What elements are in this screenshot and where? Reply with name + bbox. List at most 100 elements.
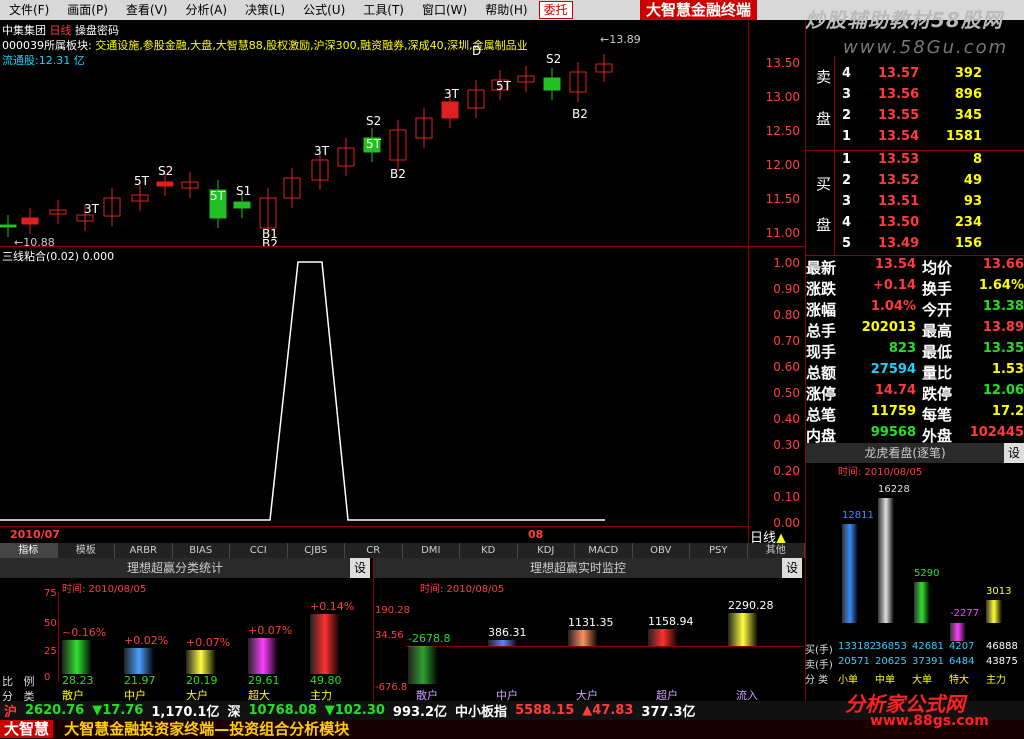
buys-level-p[interactable]: 13.53 bbox=[878, 152, 919, 167]
dragon-bar-value: 12811 bbox=[842, 510, 874, 521]
dragon-bar bbox=[842, 524, 858, 623]
tab-template[interactable]: 模板 bbox=[58, 543, 115, 558]
indicator-axis-label: 0.50 bbox=[773, 386, 800, 400]
sells-level-n: 2 bbox=[842, 108, 852, 123]
tab-dmi[interactable]: DMI bbox=[403, 543, 460, 558]
dragon-sell_vals: 6484 bbox=[949, 656, 975, 667]
signal-label: 5T bbox=[134, 174, 150, 188]
indicator-axis-label: 1.00 bbox=[773, 256, 800, 270]
sells-level-p[interactable]: 13.57 bbox=[878, 66, 919, 81]
sh-label[interactable]: 沪 bbox=[4, 701, 17, 720]
signal-label: B2 bbox=[262, 237, 278, 246]
buys-level-p[interactable]: 13.50 bbox=[878, 215, 919, 230]
menu-formula[interactable]: 公式(U) bbox=[294, 0, 354, 20]
sells-level-p[interactable]: 13.55 bbox=[878, 108, 919, 123]
panel2-title: 理想超赢实时监控 bbox=[374, 558, 782, 578]
tab-cr[interactable]: CR bbox=[345, 543, 403, 558]
tab-obv[interactable]: OBV bbox=[633, 543, 690, 558]
indicator-axis-label: 0.70 bbox=[773, 334, 800, 348]
buys-level-p[interactable]: 13.52 bbox=[878, 173, 919, 188]
date-label-right: 08 bbox=[528, 528, 544, 541]
indicator-chart[interactable] bbox=[0, 247, 748, 527]
trade-button[interactable]: 委托 bbox=[538, 1, 573, 19]
menu-view-screen[interactable]: 画面(P) bbox=[58, 0, 117, 20]
signal-label: S2 bbox=[158, 164, 173, 178]
quote-l2: 最高 bbox=[922, 322, 953, 340]
sells-level-v: 1581 bbox=[945, 129, 982, 144]
sells-level-p[interactable]: 13.56 bbox=[878, 87, 919, 102]
menu-help[interactable]: 帮助(H) bbox=[476, 0, 536, 20]
menu-window[interactable]: 窗口(W) bbox=[413, 0, 476, 20]
quote-v2: 13.38 bbox=[982, 299, 1024, 314]
dragon-settings-button[interactable]: 设 bbox=[1004, 443, 1024, 463]
quote-v2: 13.89 bbox=[982, 320, 1024, 335]
bar-val: 29.61 bbox=[248, 674, 280, 687]
flow-value: 1158.94 bbox=[648, 615, 694, 628]
sells-level-p[interactable]: 13.54 bbox=[878, 129, 919, 144]
p1-axis: 0 bbox=[44, 672, 51, 683]
menu-look[interactable]: 查看(V) bbox=[117, 0, 177, 20]
tab-other[interactable]: 其他 bbox=[748, 543, 805, 558]
buys-level-n: 1 bbox=[842, 152, 852, 167]
quote-l: 涨跌 bbox=[806, 280, 837, 298]
quote-l: 总笔 bbox=[806, 406, 837, 424]
quote-l: 总额 bbox=[806, 364, 837, 382]
quote-v2: 13.35 bbox=[982, 341, 1024, 356]
menu-file[interactable]: 文件(F) bbox=[0, 0, 58, 20]
quote-v: 13.54 bbox=[874, 257, 916, 272]
tab-macd[interactable]: MACD bbox=[575, 543, 633, 558]
menu-analysis[interactable]: 分析(A) bbox=[176, 0, 236, 20]
bar-val: 21.97 bbox=[124, 674, 156, 687]
quote-v: 11759 bbox=[870, 404, 916, 419]
dragon-classes: 特大 bbox=[949, 675, 969, 686]
indicator-axis-label: 0.40 bbox=[773, 412, 800, 426]
dragon-classes: 中单 bbox=[875, 675, 895, 686]
tab-psy[interactable]: PSY bbox=[690, 543, 748, 558]
tab-cci[interactable]: CCI bbox=[230, 543, 288, 558]
candle-body bbox=[156, 181, 174, 187]
signal-label: D bbox=[472, 44, 481, 58]
dragon-bar bbox=[914, 582, 930, 623]
dragon-class-label: 分 类 bbox=[805, 675, 829, 686]
signal-label: 3T bbox=[84, 202, 100, 216]
signal-label: B2 bbox=[390, 167, 406, 181]
dragon-sell_vals: 20571 bbox=[838, 656, 870, 667]
menu-tools[interactable]: 工具(T) bbox=[354, 0, 413, 20]
bar-val: 20.19 bbox=[186, 674, 218, 687]
tab-kdj[interactable]: KDJ bbox=[518, 543, 575, 558]
sz-label[interactable]: 深 bbox=[227, 701, 240, 720]
indicator-axis-label: 0.60 bbox=[773, 360, 800, 374]
footer-logo[interactable]: 大智慧 bbox=[0, 720, 54, 738]
buys-level-p[interactable]: 13.49 bbox=[878, 236, 919, 251]
tab-cjbs[interactable]: CJBS bbox=[288, 543, 345, 558]
signal-label: S2 bbox=[546, 52, 561, 66]
tab-kd[interactable]: KD bbox=[460, 543, 518, 558]
panel1-settings-button[interactable]: 设 bbox=[350, 558, 370, 578]
orderbook-side-label: 盘 bbox=[816, 110, 832, 128]
sme-amount: 377.3亿 bbox=[641, 705, 696, 720]
watermark-top: 炒股辅助教材58股网 bbox=[805, 8, 1003, 32]
quote-l2: 每笔 bbox=[922, 406, 953, 424]
menu-decision[interactable]: 决策(L) bbox=[236, 0, 294, 20]
candlestick-chart[interactable]: S25T3TS15TB1B23TS25TB23TD5TS2B2 bbox=[0, 20, 748, 246]
panel2-settings-button[interactable]: 设 bbox=[782, 558, 802, 578]
buys-level-v: 234 bbox=[954, 215, 982, 230]
tab-bias[interactable]: BIAS bbox=[173, 543, 230, 558]
tab-arbr[interactable]: ARBR bbox=[115, 543, 173, 558]
quote-v2: 1.64% bbox=[978, 278, 1024, 293]
p1-y-axis bbox=[58, 592, 59, 682]
panel1-title: 理想超赢分类统计 bbox=[0, 558, 350, 578]
candle-body bbox=[441, 101, 459, 119]
quote-l2: 量比 bbox=[922, 364, 953, 382]
category-bar bbox=[186, 650, 216, 674]
bar-val: 28.23 bbox=[62, 674, 94, 687]
axis-divider bbox=[748, 20, 749, 543]
tab-indicator[interactable]: 指标 bbox=[0, 543, 58, 558]
buys-level-n: 5 bbox=[842, 236, 852, 251]
sells-level-v: 345 bbox=[954, 108, 982, 123]
p1-axis: 50 bbox=[44, 618, 57, 629]
quote-v: 1.04% bbox=[870, 299, 916, 314]
sme-label[interactable]: 中小板指 bbox=[455, 701, 507, 720]
sells-level-n: 3 bbox=[842, 87, 852, 102]
buys-level-p[interactable]: 13.51 bbox=[878, 194, 919, 209]
